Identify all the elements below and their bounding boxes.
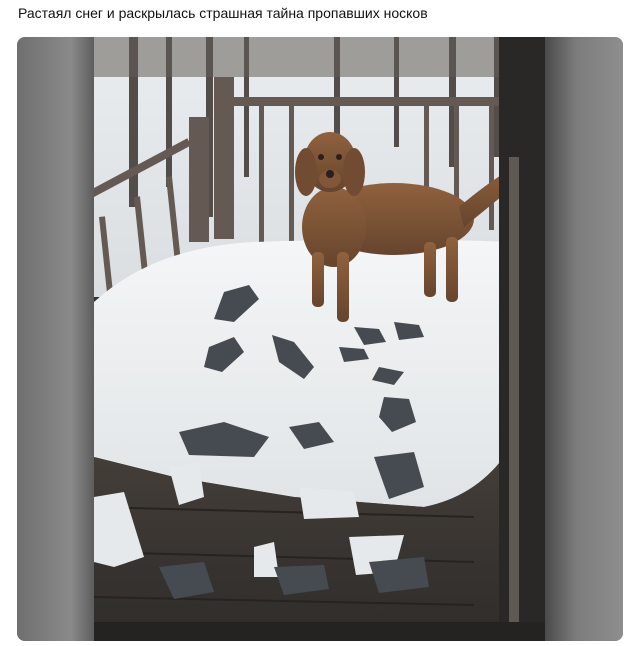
post-text: Растаял снег и раскрылась страшная тайна… — [18, 5, 428, 21]
photo-illustration — [94, 37, 545, 641]
post: Растаял снег и раскрылась страшная тайна… — [0, 0, 640, 646]
blurred-image-background-left — [17, 37, 94, 641]
post-image[interactable] — [17, 37, 623, 641]
photo — [94, 37, 545, 641]
blurred-image-background-right — [545, 37, 623, 641]
